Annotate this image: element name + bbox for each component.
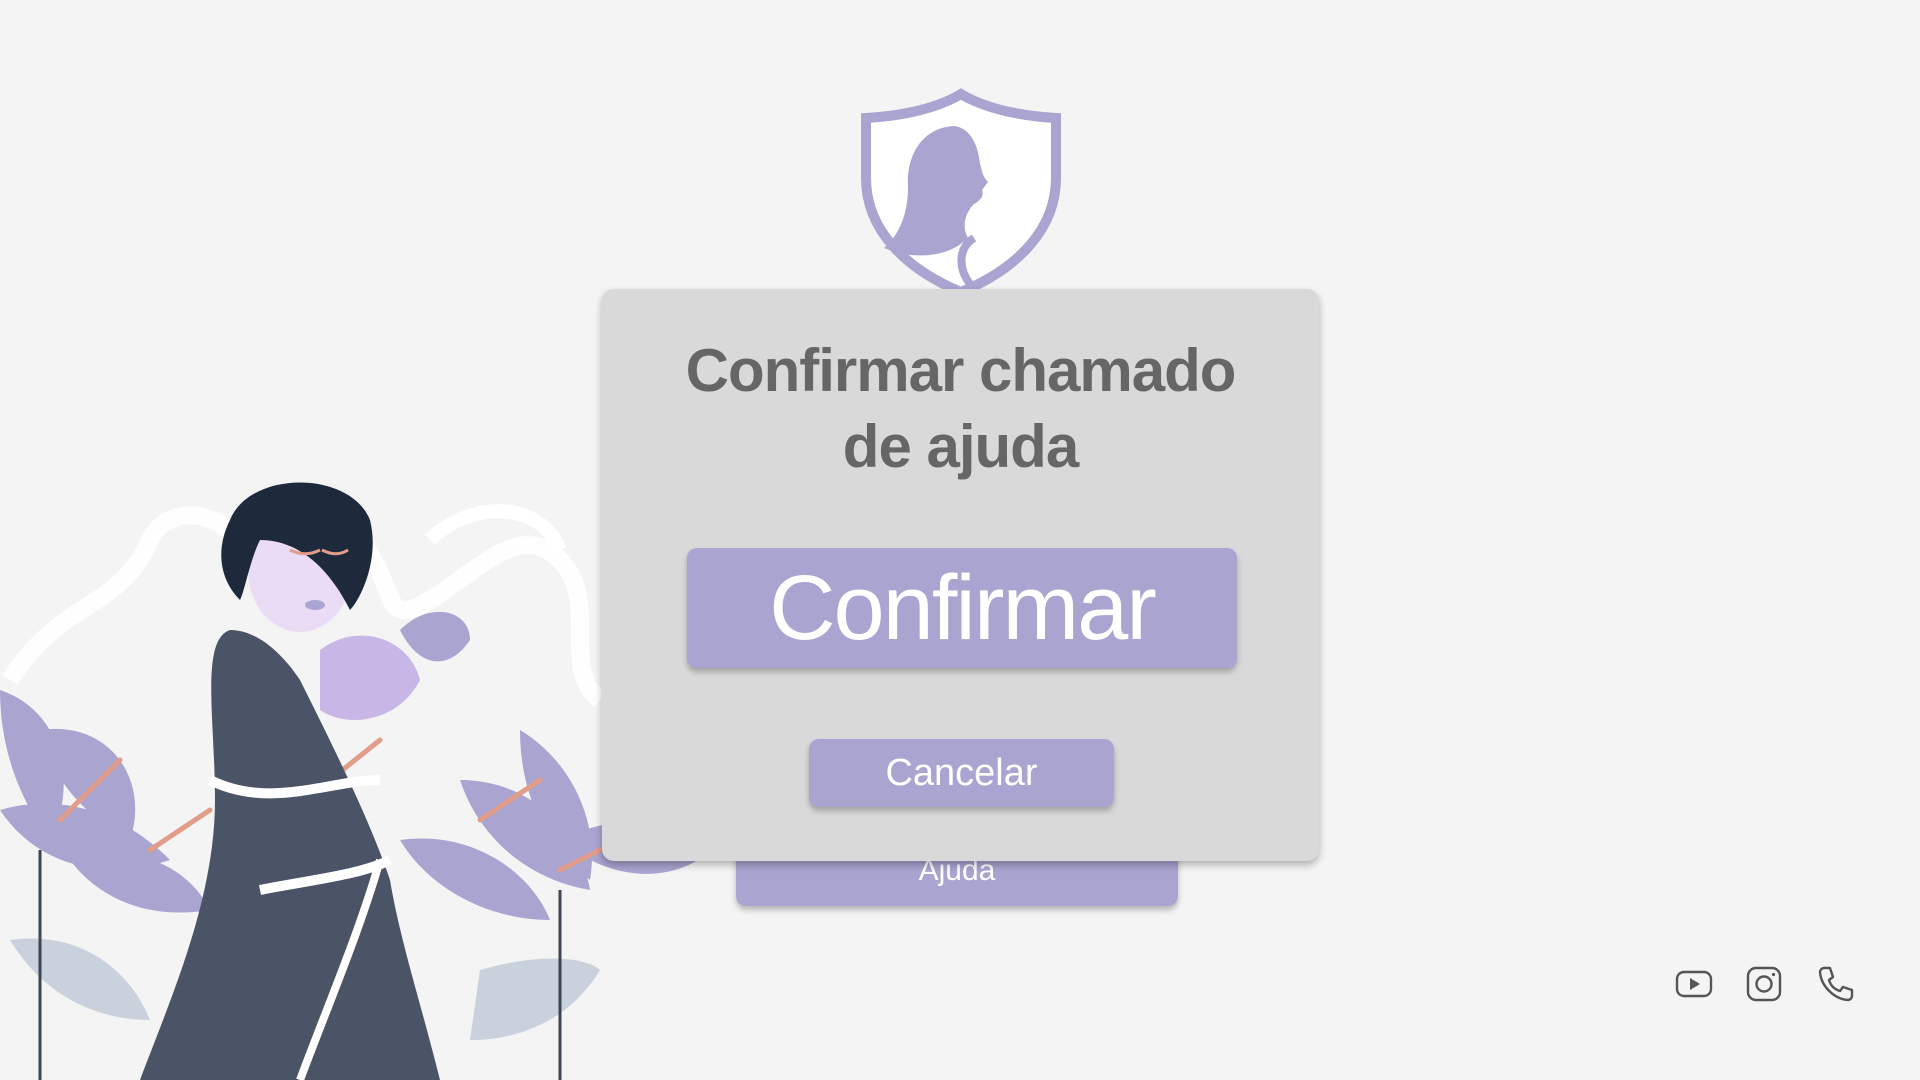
youtube-icon[interactable] [1672, 962, 1716, 1006]
instagram-icon[interactable] [1742, 962, 1786, 1006]
confirm-help-dialog: Confirmar chamado de ajuda Confirmar Can… [602, 289, 1319, 861]
shield-woman-icon [861, 88, 1061, 298]
dialog-title: Confirmar chamado de ajuda [602, 333, 1319, 485]
cancel-button[interactable]: Cancelar [809, 739, 1114, 807]
phone-icon[interactable] [1814, 962, 1858, 1006]
confirm-button[interactable]: Confirmar [687, 548, 1237, 668]
dialog-title-line1: Confirmar chamado [685, 337, 1237, 404]
dialog-title-line2: de ajuda [842, 413, 1079, 480]
